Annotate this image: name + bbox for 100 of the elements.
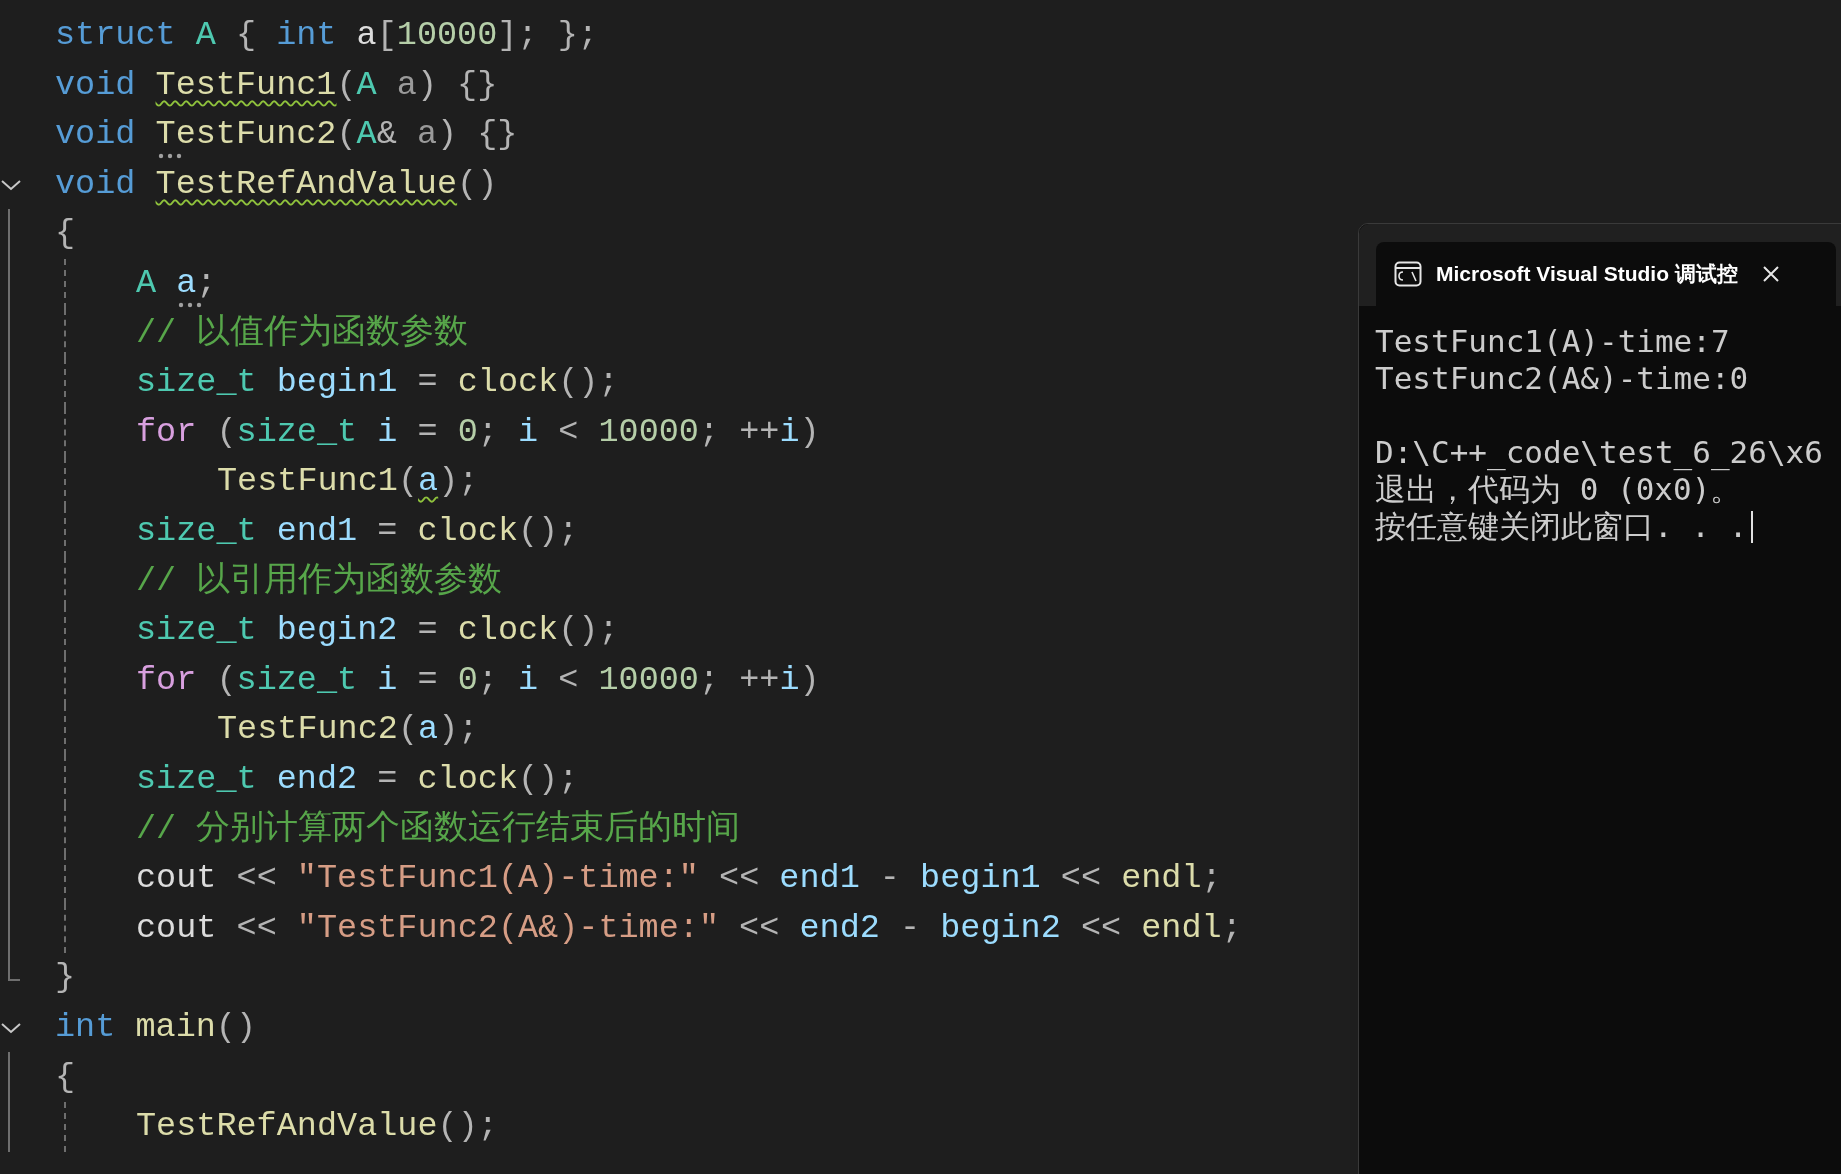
code-text: 0 — [457, 663, 478, 698]
code-text: clock — [457, 366, 559, 400]
code-text: 10000 — [598, 663, 699, 698]
code-text: (); — [518, 762, 579, 797]
code-text: clock — [417, 762, 518, 797]
code-text: size_t — [136, 762, 258, 797]
code-text: a — [356, 19, 377, 53]
code-text: ) {} — [437, 118, 518, 152]
code-text: struct — [55, 19, 177, 53]
terminal-icon — [1394, 261, 1422, 287]
code-text: ]; }; — [497, 19, 598, 53]
code-text: size_t — [236, 415, 359, 450]
code-text: endl — [1121, 862, 1202, 896]
code-text: { — [55, 217, 76, 251]
code-text: { — [234, 19, 258, 53]
code-text: endl — [1141, 911, 1222, 946]
code-text: "TestFunc2(A&)-time:" — [296, 911, 719, 946]
code-text: begin1 — [920, 862, 1041, 896]
code-text: void — [55, 118, 137, 152]
code-text: ; ++ — [698, 415, 780, 450]
code-text: i — [779, 415, 800, 450]
code-text: a — [396, 68, 417, 103]
close-icon[interactable] — [1761, 265, 1780, 283]
code-text: = — [376, 515, 399, 549]
console-tab[interactable]: Microsoft Visual Studio 调试控 — [1376, 242, 1836, 306]
code-text: cout — [136, 862, 217, 896]
code-text: a — [416, 118, 437, 152]
code-text: ( — [397, 713, 419, 747]
console-title: Microsoft Visual Studio 调试控 — [1436, 261, 1738, 288]
code-text: (); — [558, 366, 619, 400]
code-text: << — [1059, 862, 1102, 896]
code-text: begin1 — [276, 366, 398, 400]
code-text: TestFunc1 — [155, 68, 337, 106]
code-text: = — [416, 614, 439, 648]
code-text: < — [557, 415, 580, 450]
code-text: clock — [417, 515, 518, 549]
code-text: } — [55, 961, 76, 995]
code-text: ( — [215, 415, 237, 450]
code-text: end2 — [276, 762, 358, 797]
code-text: (); — [518, 515, 579, 549]
code-text: i — [779, 663, 800, 698]
code-text: clock — [457, 614, 559, 648]
code-text: ; — [1221, 911, 1242, 946]
code-text: for — [136, 663, 197, 698]
code-text: i — [518, 415, 539, 450]
code-text: cout — [136, 911, 217, 946]
console-line: 退出，代码为 0 (0x0)。 — [1375, 474, 1742, 505]
code-text: size_t — [136, 515, 258, 549]
code-text: end1 — [276, 515, 358, 549]
code-text: () — [215, 1010, 257, 1045]
code-text: void — [55, 68, 137, 103]
code-text: a — [418, 465, 439, 503]
code-text: ; ++ — [698, 663, 780, 698]
code-text: A — [356, 68, 378, 103]
code-text: - — [878, 862, 901, 896]
code-text: end1 — [779, 862, 860, 896]
code-text: void — [55, 167, 137, 202]
code-text: = — [416, 415, 439, 450]
code-text: 10000 — [598, 415, 699, 450]
fold-chevron-icon[interactable] — [0, 1020, 22, 1035]
code-text: i — [377, 415, 398, 450]
code-text: i — [518, 663, 539, 698]
code-text: = — [416, 366, 439, 400]
code-text: for — [136, 415, 197, 450]
code-text: A — [195, 19, 216, 53]
code-text: (); — [437, 1110, 498, 1144]
code-text: { — [55, 1060, 76, 1094]
code-text: a — [418, 713, 439, 747]
hint-dots-icon — [178, 301, 203, 308]
code-text: // 以引用作为函数参数 — [136, 564, 503, 599]
code-text: & — [376, 118, 398, 152]
code-text: [ — [376, 19, 397, 53]
code-text: size_t — [236, 663, 359, 698]
code-text: 0 — [457, 415, 478, 450]
code-text: << — [235, 862, 278, 896]
hint-dots-icon — [157, 152, 182, 159]
code-text: TestRefAndValue — [136, 1110, 438, 1144]
code-text: << — [738, 911, 781, 946]
code-text: ); — [438, 465, 479, 499]
code-text: ) — [799, 415, 820, 450]
fold-chevron-icon[interactable] — [0, 177, 22, 192]
code-text: ( — [215, 663, 237, 698]
code-text: end2 — [799, 911, 880, 946]
code-text: begin2 — [276, 614, 398, 648]
code-text: size_t — [136, 614, 258, 648]
code-text: () — [457, 167, 498, 202]
code-text: << — [718, 862, 761, 896]
code-text: i — [377, 663, 398, 698]
console-line: TestFunc2(A&)-time:0 — [1375, 363, 1749, 394]
code-text: << — [235, 911, 278, 946]
code-text: ; — [196, 267, 217, 301]
code-text: - — [898, 911, 922, 946]
code-text: a — [176, 267, 197, 301]
code-text: int — [55, 1010, 117, 1045]
code-text: ); — [438, 713, 479, 747]
code-text: (); — [558, 614, 619, 648]
code-text: ; — [477, 415, 499, 450]
code-text: ; — [1201, 862, 1222, 896]
code-text: ( — [336, 118, 357, 152]
code-text: ) {} — [416, 68, 498, 103]
